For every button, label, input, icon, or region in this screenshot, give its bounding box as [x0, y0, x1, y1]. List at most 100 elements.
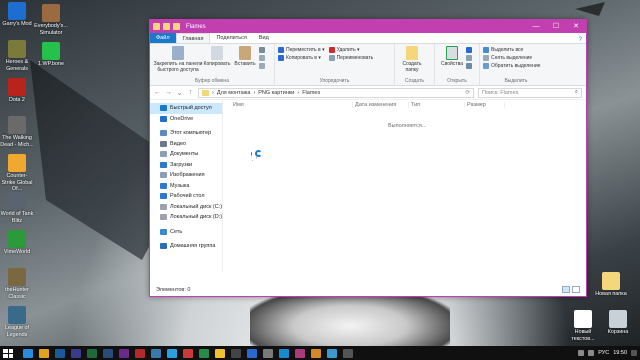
select-none-button[interactable]: Снять выделение: [483, 55, 540, 61]
refresh-icon[interactable]: ⟳: [465, 90, 470, 96]
start-button[interactable]: [3, 348, 13, 358]
tab-home[interactable]: Главная: [175, 33, 211, 43]
nav-item[interactable]: Быстрый доступ: [150, 103, 222, 114]
desktop-shortcut[interactable]: Heroes & Generals: [0, 40, 34, 72]
move-to-button[interactable]: Переместить в ▾: [278, 47, 325, 53]
desktop-shortcut[interactable]: Корзина: [601, 310, 635, 336]
taskbar-app-icon[interactable]: [327, 348, 337, 358]
edit-button[interactable]: [466, 55, 472, 61]
desktop-shortcut[interactable]: Новый текстов...: [566, 310, 600, 342]
desktop-shortcut[interactable]: World of Tank Blitz: [0, 192, 34, 224]
tab-share[interactable]: Поделиться: [210, 33, 252, 43]
tab-view[interactable]: Вид: [253, 33, 275, 43]
nav-item[interactable]: Музыка: [150, 181, 222, 192]
taskbar-app-icon[interactable]: [183, 348, 193, 358]
language-indicator[interactable]: РУС: [598, 350, 609, 356]
back-button[interactable]: ←: [154, 89, 161, 96]
taskbar-app-icon[interactable]: [71, 348, 81, 358]
copy-to-button[interactable]: Копировать в ▾: [278, 55, 325, 61]
file-list[interactable]: Имя Дата изменения Тип Размер Выполняетс…: [223, 100, 586, 272]
history-button[interactable]: [466, 63, 472, 69]
paste-button[interactable]: Вставить: [231, 46, 259, 77]
forward-button[interactable]: →: [165, 89, 172, 96]
cut-button[interactable]: [259, 47, 265, 53]
nav-item[interactable]: Локальный диск (D:): [150, 212, 222, 223]
breadcrumb-item[interactable]: Для монтажа: [217, 90, 251, 96]
properties-icon[interactable]: [163, 23, 170, 30]
notifications-icon[interactable]: [631, 350, 637, 356]
rename-button[interactable]: Переименовать: [328, 55, 373, 61]
paste-shortcut-button[interactable]: [259, 63, 265, 69]
desktop-shortcut[interactable]: 1.WP.bone: [34, 42, 68, 68]
desktop-shortcut[interactable]: theHunter Classic: [0, 268, 34, 300]
desktop-shortcut[interactable]: Dota 2: [0, 78, 34, 104]
address-bar[interactable]: › Для монтажа › PNG картинки › Flames ⟳: [198, 87, 474, 98]
taskbar-app-icon[interactable]: [87, 348, 97, 358]
desktop-shortcut[interactable]: Everybody's... Simulator: [34, 4, 68, 36]
properties-button[interactable]: Свойства: [438, 46, 466, 77]
recent-locations-button[interactable]: ⌄: [176, 89, 183, 97]
taskbar-app-icon[interactable]: [135, 348, 145, 358]
taskbar-app-icon[interactable]: [343, 348, 353, 358]
close-button[interactable]: ✕: [566, 20, 586, 33]
column-type[interactable]: Тип: [409, 102, 465, 108]
taskbar-app-icon[interactable]: [151, 348, 161, 358]
taskbar-app-icon[interactable]: [215, 348, 225, 358]
taskbar-app-icon[interactable]: [23, 348, 33, 358]
nav-item[interactable]: Изображения: [150, 170, 222, 181]
taskbar-app-icon[interactable]: [167, 348, 177, 358]
tab-file[interactable]: Файл: [150, 33, 176, 43]
up-button[interactable]: ↑: [187, 89, 194, 96]
column-size[interactable]: Размер: [465, 102, 505, 108]
desktop-shortcut[interactable]: VimeWorld: [0, 230, 34, 256]
help-button[interactable]: ?: [575, 37, 586, 43]
new-folder-icon[interactable]: [173, 23, 180, 30]
breadcrumb-item[interactable]: Flames: [302, 90, 320, 96]
taskbar-app-icon[interactable]: [279, 348, 289, 358]
taskbar-app-icon[interactable]: [311, 348, 321, 358]
minimize-button[interactable]: —: [526, 20, 546, 33]
copy-path-button[interactable]: [259, 55, 265, 61]
details-view-button[interactable]: [562, 286, 570, 293]
copy-button[interactable]: Копировать: [203, 46, 231, 77]
network-icon[interactable]: [578, 350, 585, 356]
column-name[interactable]: Имя: [231, 102, 353, 108]
taskbar-app-icon[interactable]: [39, 348, 49, 358]
invert-selection-button[interactable]: Обратить выделение: [483, 63, 540, 69]
taskbar-app-icon[interactable]: [103, 348, 113, 358]
desktop-shortcut[interactable]: The Walking Dead - Mich...: [0, 116, 34, 148]
search-input[interactable]: Поиск: Flames ⌕: [478, 87, 582, 98]
taskbar-app-icon[interactable]: [247, 348, 257, 358]
column-date[interactable]: Дата изменения: [353, 102, 409, 108]
clock[interactable]: 19:50: [613, 350, 627, 356]
large-icons-view-button[interactable]: [572, 286, 580, 293]
nav-item[interactable]: Сеть: [150, 227, 222, 238]
title-bar[interactable]: Flames — ☐ ✕: [150, 20, 586, 33]
nav-item[interactable]: Локальный диск (C:): [150, 202, 222, 213]
desktop-shortcut[interactable]: Новая папка: [594, 272, 628, 298]
nav-item[interactable]: OneDrive: [150, 114, 222, 125]
nav-item[interactable]: Этот компьютер: [150, 128, 222, 139]
pin-button[interactable]: Закрепить на панели быстрого доступа: [153, 46, 203, 77]
taskbar-app-icon[interactable]: [55, 348, 65, 358]
nav-item[interactable]: Видео: [150, 139, 222, 150]
desktop-shortcut[interactable]: Garry's Mod: [0, 2, 34, 28]
taskbar-app-icon[interactable]: [119, 348, 129, 358]
folder-icon[interactable]: [153, 23, 160, 30]
taskbar-app-icon[interactable]: [263, 348, 273, 358]
maximize-button[interactable]: ☐: [546, 20, 566, 33]
desktop-shortcut[interactable]: League of Legends: [0, 306, 34, 338]
breadcrumb-item[interactable]: PNG картинки: [258, 90, 294, 96]
nav-item[interactable]: Рабочий стол: [150, 191, 222, 202]
select-all-button[interactable]: Выделить все: [483, 47, 540, 53]
taskbar-app-icon[interactable]: [231, 348, 241, 358]
nav-item[interactable]: Загрузки: [150, 160, 222, 171]
desktop-shortcut[interactable]: Counter-Strike Global Of...: [0, 154, 34, 193]
open-button[interactable]: [466, 47, 472, 53]
taskbar-app-icon[interactable]: [295, 348, 305, 358]
nav-item[interactable]: Документы: [150, 149, 222, 160]
volume-icon[interactable]: [588, 350, 595, 356]
taskbar-app-icon[interactable]: [199, 348, 209, 358]
new-folder-button[interactable]: Создать папку: [398, 46, 426, 77]
nav-item[interactable]: Домашняя группа: [150, 241, 222, 252]
